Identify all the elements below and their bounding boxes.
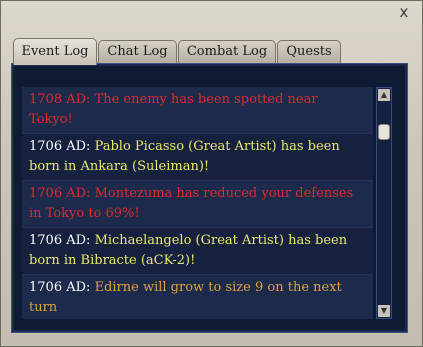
log-entry: 1708 AD: The enemy has been spotted near…: [22, 87, 373, 134]
log-entry-date: 1706 AD:: [29, 280, 91, 295]
arrow-down-icon[interactable]: ▼: [378, 305, 390, 317]
log-entry: 1706 AD: Edirne will grow to size 9 on t…: [22, 275, 373, 319]
tab-combat-log[interactable]: Combat Log: [178, 40, 276, 63]
event-log-list: 1708 AD: The enemy has been spotted near…: [22, 87, 373, 319]
log-entry: 1706 AD: Pablo Picasso (Great Artist) ha…: [22, 134, 373, 181]
tab-event-log[interactable]: Event Log: [13, 38, 97, 65]
close-icon[interactable]: x: [395, 3, 413, 21]
log-entry-date: 1708 AD:: [29, 92, 91, 107]
log-scrollbar[interactable]: ▲ ▼: [376, 87, 392, 319]
scrollbar-thumb[interactable]: [378, 124, 390, 140]
arrow-up-icon[interactable]: ▲: [378, 89, 390, 101]
tab-chat-log[interactable]: Chat Log: [98, 40, 177, 63]
log-entry-date: 1706 AD:: [29, 233, 91, 248]
log-entry-date: 1706 AD:: [29, 139, 91, 154]
log-entry: 1706 AD: Montezuma has reduced your defe…: [22, 181, 373, 228]
tab-quests[interactable]: Quests: [277, 40, 341, 63]
log-entry-date: 1706 AD:: [29, 186, 91, 201]
log-entry: 1706 AD: Michaelangelo (Great Artist) ha…: [22, 228, 373, 275]
event-log-window: x Event Log Chat Log Combat Log Quests 1…: [0, 0, 423, 347]
